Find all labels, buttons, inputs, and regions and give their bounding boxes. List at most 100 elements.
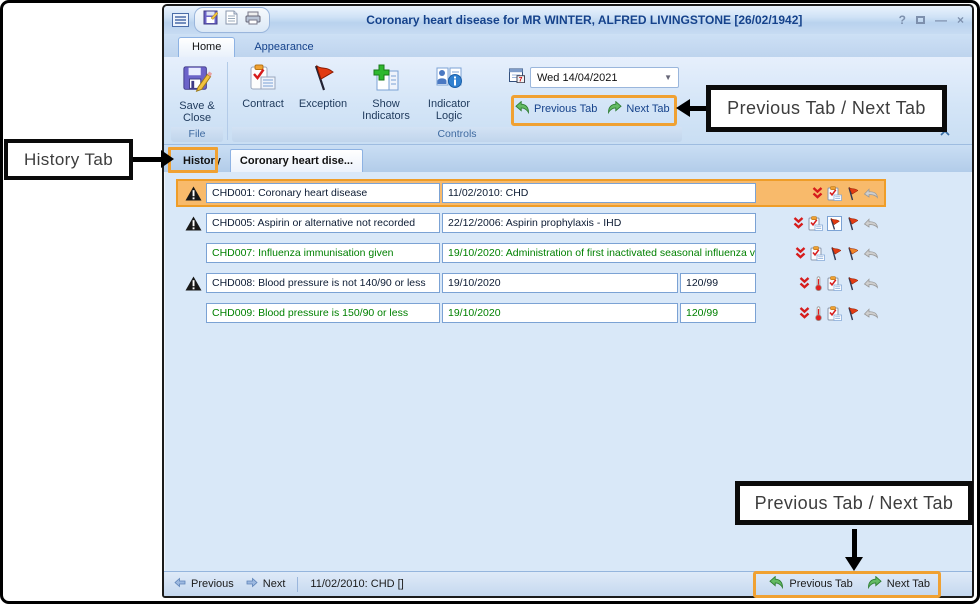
flag-boxed-icon[interactable] (827, 216, 842, 231)
ribbon-tabnav-highlight (511, 95, 677, 126)
flag-orange-icon[interactable] (846, 246, 859, 261)
date-picker[interactable]: 7 Wed 14/04/2021 ▼ (509, 67, 679, 88)
save-close-button[interactable]: Save & Close (172, 60, 222, 126)
indicator-detail-field[interactable]: 11/02/2010: CHD (442, 183, 756, 203)
top-arrow (689, 106, 707, 111)
tabnav-callout-bottom: Previous Tab / Next Tab (735, 481, 973, 525)
ribbon-group-file: Save & Close File (170, 59, 224, 144)
file-group-label: File (171, 127, 223, 142)
double-chevron-icon[interactable] (795, 247, 806, 260)
undo-icon[interactable] (863, 247, 879, 259)
exception-button[interactable]: Exception (293, 60, 353, 126)
show-indicators-icon (372, 64, 400, 96)
app-menu-icon[interactable] (172, 13, 189, 27)
clipboard-icon[interactable] (808, 216, 823, 231)
tab-appearance[interactable]: Appearance (241, 38, 326, 57)
flag-icon[interactable] (846, 276, 859, 291)
indicator-code-field[interactable]: CHD009: Blood pressure is 150/90 or less (206, 303, 440, 323)
tab-condition[interactable]: Coronary heart dise... (230, 149, 363, 172)
indicator-code-field[interactable]: CHD008: Blood pressure is not 140/90 or … (206, 273, 440, 293)
thermometer-icon[interactable] (814, 306, 823, 321)
clipboard-icon[interactable] (827, 186, 842, 201)
indicator-row-chd007[interactable]: CHD007: Influenza immunisation given 19/… (178, 241, 884, 265)
indicator-row-chd001[interactable]: CHD001: Coronary heart disease 11/02/201… (178, 181, 884, 205)
indicator-code-field[interactable]: CHD001: Coronary heart disease (206, 183, 440, 203)
history-tab-highlight (168, 147, 218, 173)
tabnav-callout-top: Previous Tab / Next Tab (706, 85, 947, 132)
indicator-code-field[interactable]: CHD005: Aspirin or alternative not recor… (206, 213, 440, 233)
undo-icon[interactable] (863, 187, 879, 199)
indicator-row-chd009[interactable]: CHD009: Blood pressure is 150/90 or less… (178, 301, 884, 325)
document-tab-strip: History Coronary heart dise... (164, 145, 972, 172)
bottom-arrow-head-icon (845, 557, 863, 571)
flag-icon[interactable] (829, 246, 842, 261)
undo-icon[interactable] (863, 277, 879, 289)
current-record-text: 11/02/2010: CHD [] (310, 578, 403, 590)
indicator-logic-button[interactable]: Indicator Logic (419, 60, 479, 126)
clipboard-icon[interactable] (810, 246, 825, 261)
next-record-button[interactable]: Next (246, 577, 286, 591)
history-arrow-head-icon (161, 150, 174, 168)
undo-icon[interactable] (863, 217, 879, 229)
row-action-icons (756, 216, 882, 231)
show-indicators-label: Show Indicators (353, 98, 419, 123)
warning-icon (180, 186, 206, 201)
row-action-icons (756, 186, 882, 201)
ribbon-separator (227, 62, 228, 140)
arrow-right-icon (246, 577, 258, 591)
chevron-down-icon[interactable]: ▼ (664, 73, 672, 82)
top-arrow-head-icon (676, 99, 690, 117)
quick-access-pill (194, 7, 270, 33)
next-label: Next (263, 578, 286, 590)
date-field[interactable]: Wed 14/04/2021 ▼ (530, 67, 679, 88)
save-report-icon[interactable] (203, 10, 218, 30)
print-preview-icon[interactable] (225, 10, 238, 30)
contract-button[interactable]: Contract (233, 60, 293, 126)
exception-flag-icon (309, 64, 337, 96)
double-chevron-icon[interactable] (812, 187, 823, 200)
tab-home[interactable]: Home (178, 37, 235, 57)
show-indicators-button[interactable]: Show Indicators (353, 60, 419, 126)
flag-icon[interactable] (846, 216, 859, 231)
history-tab-callout: History Tab (4, 139, 133, 180)
indicator-detail-field[interactable]: 19/10/2020 (442, 273, 678, 293)
minimize-icon[interactable]: — (935, 14, 947, 26)
controls-group-label: Controls (232, 127, 682, 142)
bottom-tabnav-highlight (753, 571, 941, 598)
contract-icon (249, 64, 277, 96)
thermometer-icon[interactable] (814, 276, 823, 291)
indicator-row-chd005[interactable]: CHD005: Aspirin or alternative not recor… (178, 211, 884, 235)
indicator-code-field[interactable]: CHD007: Influenza immunisation given (206, 243, 440, 263)
clipboard-icon[interactable] (827, 306, 842, 321)
arrow-left-icon (174, 577, 186, 591)
clipboard-icon[interactable] (827, 276, 842, 291)
indicator-logic-icon (435, 64, 463, 96)
warning-icon (180, 216, 206, 231)
exception-label: Exception (299, 98, 347, 111)
indicator-row-chd008[interactable]: CHD008: Blood pressure is not 140/90 or … (178, 271, 884, 295)
previous-record-button[interactable]: Previous (174, 577, 234, 591)
indicator-detail-field[interactable]: 19/10/2020: Administration of first inac… (442, 243, 756, 263)
double-chevron-icon[interactable] (799, 277, 810, 290)
indicator-value-field[interactable]: 120/99 (680, 303, 756, 323)
flag-icon[interactable] (846, 186, 859, 201)
window-controls: ? — × (899, 14, 964, 26)
indicator-logic-label: Indicator Logic (419, 98, 479, 123)
print-icon[interactable] (245, 11, 261, 30)
help-icon[interactable]: ? (899, 14, 906, 26)
quick-access-toolbar (172, 7, 270, 33)
row-action-icons (756, 306, 882, 321)
double-chevron-icon[interactable] (793, 217, 804, 230)
indicator-detail-field[interactable]: 19/10/2020 (442, 303, 678, 323)
restore-icon[interactable] (916, 16, 925, 24)
ribbon-tab-strip: Home Appearance (164, 34, 972, 57)
flag-icon[interactable] (846, 306, 859, 321)
indicator-value-field[interactable]: 120/99 (680, 273, 756, 293)
title-bar: Coronary heart disease for MR WINTER, AL… (164, 6, 972, 34)
undo-icon[interactable] (863, 307, 879, 319)
row-action-icons (756, 276, 882, 291)
double-chevron-icon[interactable] (799, 307, 810, 320)
close-icon[interactable]: × (957, 14, 964, 26)
calendar-icon: 7 (509, 67, 525, 88)
indicator-detail-field[interactable]: 22/12/2006: Aspirin prophylaxis - IHD (442, 213, 756, 233)
